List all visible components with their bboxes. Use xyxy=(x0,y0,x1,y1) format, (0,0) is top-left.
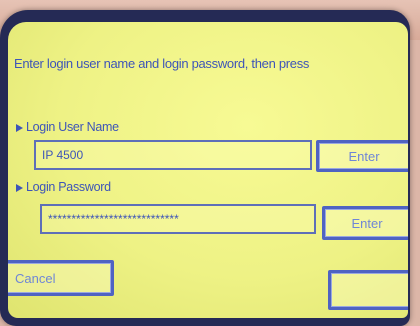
username-input[interactable]: IP 4500 xyxy=(34,140,312,170)
arrow-right-icon xyxy=(16,183,23,192)
password-enter-button[interactable]: Enter xyxy=(322,206,408,240)
password-input[interactable]: **************************** xyxy=(40,204,316,234)
password-label-text: Login Password xyxy=(26,180,111,194)
username-value: IP 4500 xyxy=(42,148,84,162)
username-label: Login User Name xyxy=(16,120,119,134)
cancel-button[interactable]: Cancel xyxy=(8,260,114,296)
login-screen: Enter login user name and login password… xyxy=(8,22,408,318)
login-button[interactable]: Lo xyxy=(328,270,408,310)
password-value: **************************** xyxy=(48,212,179,226)
instruction-text: Enter login user name and login password… xyxy=(14,56,310,71)
username-label-text: Login User Name xyxy=(26,120,119,134)
arrow-right-icon xyxy=(16,123,23,132)
username-enter-label: Enter xyxy=(348,148,380,164)
password-label: Login Password xyxy=(16,180,111,194)
username-enter-button[interactable]: Enter xyxy=(316,140,408,172)
cancel-label: Cancel xyxy=(15,270,56,286)
password-enter-label: Enter xyxy=(351,215,383,231)
